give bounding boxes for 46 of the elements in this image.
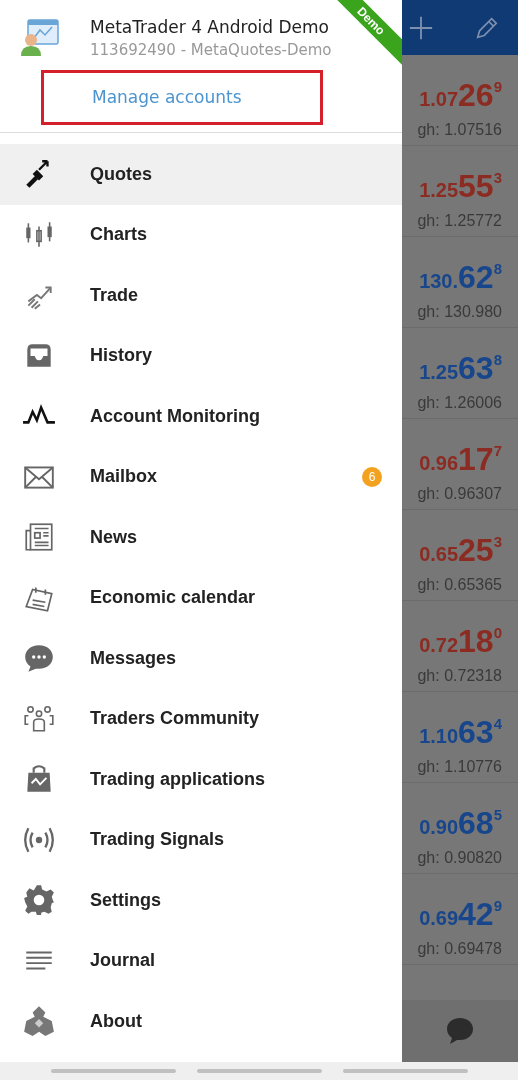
bid-price: 0.6525$^{3}$ [419,532,502,570]
logo-icon [22,1004,56,1039]
high-price: gh: 1.10776 [417,757,502,777]
menu-item[interactable]: Traders Community [0,688,402,749]
high-price: gh: 0.65365 [417,575,502,595]
high-price: gh: 130.980 [417,302,502,322]
account-server: 113692490 - MetaQuotes-Demo [90,40,332,60]
high-price: gh: 1.07516 [417,120,502,140]
menu-item[interactable]: Account Monitoring [0,386,402,447]
unread-count-badge: 6 [362,466,382,487]
high-price: gh: 1.25772 [417,211,502,231]
bid-price: 0.9068$^{5}$ [419,805,502,843]
high-price: gh: 0.72318 [417,666,502,686]
bid-price: 1.2555$^{3}$ [419,168,502,206]
high-price: gh: 0.69478 [417,939,502,959]
high-price: gh: 1.26006 [417,393,502,413]
menu-item[interactable]: Mailbox 6 [0,446,402,507]
menu-item[interactable]: News [0,507,402,568]
menu-item[interactable]: Journal [0,930,402,991]
account-name: MetaTrader 4 Android Demo [90,16,330,39]
high-price: gh: 0.96307 [417,484,502,504]
settings-icon [22,883,56,918]
nav-handle[interactable] [196,1069,322,1073]
nav-handle[interactable] [342,1069,468,1073]
menu-item[interactable]: Charts [0,204,402,265]
bid-price: 1.2563$^{8}$ [419,350,502,388]
bid-price: 0.9617$^{7}$ [419,441,502,479]
menu-item[interactable]: Trading Signals [0,809,402,870]
menu-item[interactable]: History [0,325,402,386]
menu-item[interactable]: Economic calendar [0,567,402,628]
menu-item[interactable]: Settings [0,870,402,931]
nav-handle[interactable] [50,1069,176,1073]
add-icon[interactable] [408,14,434,41]
menu-item[interactable]: About [0,991,402,1052]
menu-item[interactable]: Messages [0,628,402,689]
menu-item[interactable]: Trade [0,265,402,326]
bid-price: 1.1063$^{4}$ [419,714,502,752]
menu-item[interactable]: Trading applications [0,749,402,810]
high-price: gh: 0.90820 [417,848,502,868]
bid-price: 130.62$^{8}$ [419,259,502,297]
account-icon [20,16,60,56]
menu-item[interactable]: Quotes [0,144,402,205]
bid-price: 0.7218$^{0}$ [419,623,502,661]
chat-bubble-icon[interactable] [444,1015,476,1047]
bid-price: 1.0726$^{9}$ [419,77,502,115]
bid-price: 0.6942$^{9}$ [419,896,502,934]
